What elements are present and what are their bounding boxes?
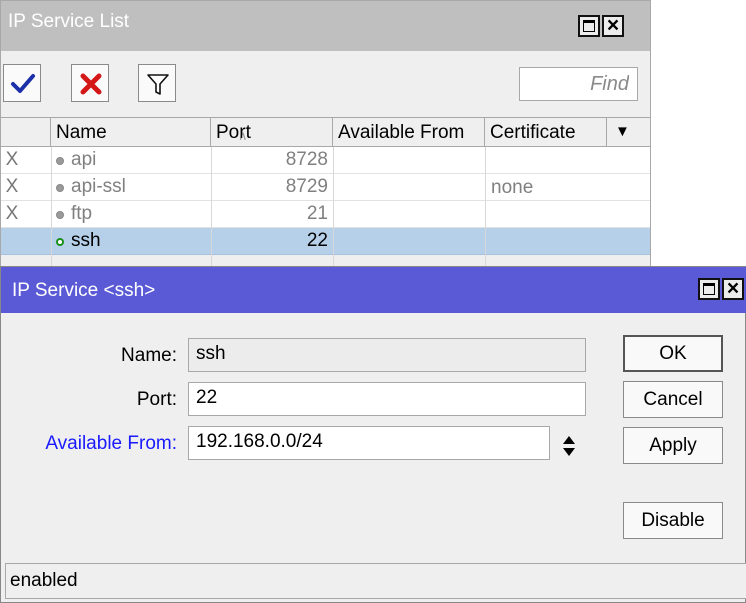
close-icon[interactable]: ×	[602, 15, 624, 37]
dialog-titlebar[interactable]: IP Service <ssh> ×	[1, 267, 746, 313]
port-field[interactable]: 22	[188, 382, 586, 416]
row-name: api-ssl	[71, 176, 126, 197]
disable-button[interactable]: Disable	[623, 502, 723, 539]
cancel-button[interactable]: Cancel	[623, 381, 723, 418]
row-port: 8729	[285, 176, 328, 197]
status-dot-icon	[56, 184, 64, 192]
table-row[interactable]: X api-ssl 8729 none	[1, 174, 650, 201]
dialog-title: IP Service <ssh>	[12, 280, 156, 301]
column-header-certificate[interactable]: Certificate	[485, 118, 607, 146]
ip-service-dialog: IP Service <ssh> × Name: ssh Port: 22 Av…	[0, 266, 746, 603]
port-label: Port:	[136, 389, 177, 410]
row-disabled-flag: X	[5, 176, 19, 197]
row-certificate: none	[491, 177, 534, 198]
table-row[interactable]: ssh 22	[1, 228, 650, 255]
enable-button[interactable]	[3, 64, 41, 102]
name-label: Name:	[121, 345, 177, 366]
table-row[interactable]: X api 8728	[1, 147, 650, 174]
table-row[interactable]: X ftp 21	[1, 201, 650, 228]
list-titlebar[interactable]: IP Service List ×	[1, 1, 650, 51]
row-name: ftp	[71, 203, 93, 224]
row-disabled-flag: X	[5, 203, 19, 224]
check-icon	[11, 74, 35, 93]
column-header-flag[interactable]	[1, 118, 51, 146]
row-port: 8728	[285, 149, 328, 170]
row-port: 21	[306, 203, 328, 224]
status-text: enabled	[10, 570, 78, 591]
row-disabled-flag: X	[5, 149, 19, 170]
column-divider	[211, 147, 212, 267]
status-dot-icon	[56, 211, 64, 219]
status-dot-icon	[56, 238, 64, 246]
cross-icon	[80, 73, 102, 95]
column-header-available-from[interactable]: Available From	[333, 118, 485, 146]
filter-button[interactable]	[138, 64, 176, 102]
list-window-title: IP Service List	[8, 11, 130, 32]
maximize-icon[interactable]	[698, 278, 720, 300]
available-from-label: Available From:	[45, 433, 177, 454]
status-dot-icon	[56, 157, 64, 165]
apply-button[interactable]: Apply	[623, 427, 723, 464]
maximize-icon[interactable]	[578, 15, 600, 37]
find-input[interactable]	[519, 67, 638, 101]
available-from-field[interactable]: 192.168.0.0/24	[188, 426, 550, 460]
name-field[interactable]: ssh	[188, 338, 586, 372]
close-icon[interactable]: ×	[722, 278, 744, 300]
status-bar: enabled	[5, 563, 746, 599]
row-name: api	[71, 149, 97, 170]
ip-service-list-window: IP Service List × Name∧ Port Available F…	[0, 0, 651, 268]
column-menu-icon[interactable]: ▼	[615, 118, 630, 146]
disable-button[interactable]	[71, 64, 109, 102]
column-divider	[51, 147, 52, 267]
row-name: ssh	[71, 230, 101, 251]
row-port: 22	[306, 230, 328, 251]
filter-icon	[147, 74, 169, 95]
column-divider	[333, 147, 334, 267]
updown-icon[interactable]	[562, 435, 576, 457]
column-header-port[interactable]: Port	[211, 118, 333, 146]
ok-button[interactable]: OK	[623, 335, 723, 372]
column-header-name[interactable]: Name ∧	[51, 118, 248, 146]
table-header: Name ∧ Port Available From Certificate ▼	[1, 117, 650, 147]
column-divider	[485, 147, 486, 267]
